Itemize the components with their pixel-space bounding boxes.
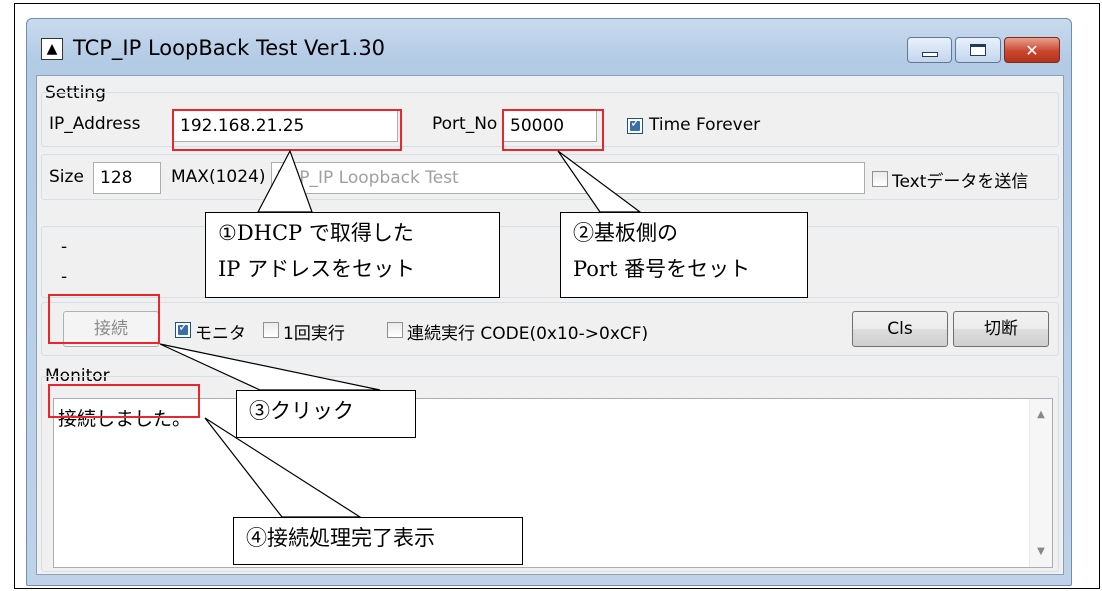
monitor-checkbox-label: モニタ — [195, 324, 246, 344]
app-window: ▲ TCP_IP LoopBack Test Ver1.30 ✕ Setting… — [26, 18, 1072, 586]
connect-button-highlight — [48, 294, 160, 344]
continuous-run-label: 連続実行 CODE(0x10->0xCF) — [407, 324, 649, 344]
callout-3: ③クリック — [236, 390, 416, 438]
status-group — [41, 226, 1059, 298]
scroll-up-icon[interactable]: ▲ — [1030, 409, 1052, 420]
size-input[interactable]: 128 — [93, 162, 161, 194]
callout-2-line-1: ②基板側の — [573, 221, 678, 245]
send-text-label: Textデータを送信 — [892, 172, 1029, 192]
disconnect-button[interactable]: 切断 — [953, 311, 1049, 347]
close-icon: ✕ — [1025, 40, 1039, 60]
ip-address-highlight — [172, 109, 402, 151]
close-button[interactable]: ✕ — [1004, 37, 1060, 63]
callout-1: ①DHCP で取得した IP アドレスをセット — [205, 212, 500, 298]
status-line-2: - — [61, 267, 68, 287]
app-icon[interactable]: ▲ — [41, 38, 63, 60]
port-no-highlight — [502, 109, 604, 151]
send-text-checkbox[interactable] — [872, 171, 888, 187]
status-line-1: - — [61, 237, 68, 257]
cls-button[interactable]: Cls — [852, 311, 948, 347]
callout-2: ②基板側の Port 番号をセット — [560, 212, 808, 298]
callout-2-line-2: Port 番号をセット — [573, 257, 751, 281]
callout-1-line-1: ①DHCP で取得した — [218, 221, 414, 245]
port-no-label: Port_No — [432, 114, 498, 134]
maximize-button[interactable] — [955, 37, 1001, 63]
scroll-down-icon[interactable]: ▼ — [1030, 546, 1052, 557]
callout-4: ④接続処理完了表示 — [233, 517, 523, 565]
time-forever-label: Time Forever — [649, 115, 761, 135]
monitor-scrollbar[interactable]: ▲ ▼ — [1029, 399, 1052, 567]
monitor-textarea[interactable]: 接続しました。 ▲ ▼ — [53, 398, 1053, 568]
ip-address-label: IP_Address — [49, 114, 141, 134]
run-once-checkbox[interactable] — [263, 322, 279, 338]
size-label: Size — [49, 167, 84, 187]
send-text-input[interactable]: TCP_IP Loopback Test — [271, 162, 865, 194]
window-title: TCP_IP LoopBack Test Ver1.30 — [73, 36, 386, 60]
continuous-run-checkbox[interactable] — [387, 322, 403, 338]
minimize-button[interactable] — [907, 37, 952, 63]
max-size-label: MAX(1024) — [171, 167, 266, 187]
time-forever-checkbox[interactable]: ✓ — [627, 116, 643, 134]
title-bar[interactable]: ▲ TCP_IP LoopBack Test Ver1.30 ✕ — [27, 19, 1071, 73]
minimize-icon — [921, 51, 938, 57]
monitor-text-highlight — [48, 384, 200, 418]
monitor-checkbox[interactable]: ✓ — [175, 320, 191, 338]
maximize-icon — [970, 44, 986, 56]
run-once-label: 1回実行 — [283, 324, 345, 344]
callout-1-line-2: IP アドレスをセット — [218, 257, 416, 281]
